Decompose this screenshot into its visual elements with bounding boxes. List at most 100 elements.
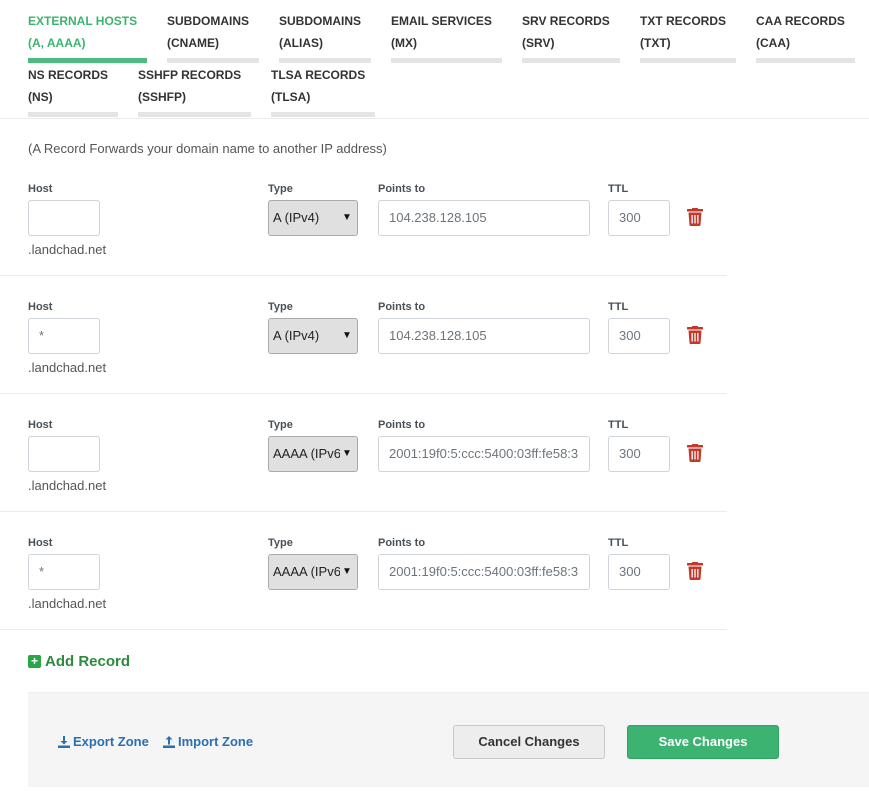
type-select[interactable]: A (IPv4) ▼ xyxy=(268,200,358,236)
tab-title: EMAIL SERVICES xyxy=(391,14,492,28)
tab-subtitle: (NS) xyxy=(28,90,53,104)
footer-actions: Export Zone Import Zone Cancel Changes S… xyxy=(28,692,869,787)
tab-title: TXT RECORDS xyxy=(640,14,727,28)
save-changes-button[interactable]: Save Changes xyxy=(627,725,779,759)
ttl-label: TTL xyxy=(608,183,629,195)
tab-ns-records[interactable]: NS RECORDS (NS) xyxy=(28,64,118,118)
export-zone-link[interactable]: Export Zone xyxy=(58,734,149,749)
export-zone-label: Export Zone xyxy=(73,734,149,749)
points-to-input[interactable]: 2001:19f0:5:ccc:5400:03ff:fe58:3 xyxy=(378,436,590,472)
chevron-down-icon: ▼ xyxy=(340,201,354,235)
tab-indicator xyxy=(28,58,147,63)
ttl-input[interactable]: 300 xyxy=(608,436,670,472)
tab-title: NS RECORDS xyxy=(28,68,109,82)
tab-title: SUBDOMAINS xyxy=(167,14,250,28)
host-label: Host xyxy=(28,301,53,313)
domain-suffix: .landchad.net xyxy=(28,360,107,375)
tab-subdomains-alias[interactable]: SUBDOMAINS (ALIAS) xyxy=(279,10,371,64)
host-input[interactable]: * xyxy=(28,318,100,354)
record-description: (A Record Forwards your domain name to a… xyxy=(28,141,387,156)
type-label: Type xyxy=(268,537,293,549)
tab-subtitle: (CAA) xyxy=(756,36,790,50)
tab-title: CAA RECORDS xyxy=(756,14,845,28)
tab-subtitle: (TXT) xyxy=(640,36,671,50)
tab-subtitle: (TLSA) xyxy=(271,90,311,104)
tab-indicator xyxy=(167,58,259,63)
plus-square-icon: + xyxy=(28,655,41,668)
tab-external-hosts[interactable]: EXTERNAL HOSTS (A, AAAA) xyxy=(28,10,147,64)
type-label: Type xyxy=(268,419,293,431)
tab-subdomains-cname[interactable]: SUBDOMAINS (CNAME) xyxy=(167,10,259,64)
ttl-label: TTL xyxy=(608,419,629,431)
domain-suffix: .landchad.net xyxy=(28,242,107,257)
type-select[interactable]: AAAA (IPv6 ▼ xyxy=(268,554,358,590)
tab-txt-records[interactable]: TXT RECORDS (TXT) xyxy=(640,10,736,64)
tab-indicator xyxy=(522,58,620,63)
ttl-label: TTL xyxy=(608,301,629,313)
points-to-input[interactable]: 2001:19f0:5:ccc:5400:03ff:fe58:3 xyxy=(378,554,590,590)
points-to-label: Points to xyxy=(378,183,426,195)
add-record-label: Add Record xyxy=(45,653,131,670)
tab-email-services[interactable]: EMAIL SERVICES (MX) xyxy=(391,10,502,64)
import-zone-link[interactable]: Import Zone xyxy=(163,734,253,749)
host-label: Host xyxy=(28,419,53,431)
tab-title: EXTERNAL HOSTS xyxy=(28,14,138,28)
type-label: Type xyxy=(268,301,293,313)
tab-indicator xyxy=(138,112,251,117)
points-to-label: Points to xyxy=(378,419,426,431)
tab-title: TLSA RECORDS xyxy=(271,68,366,82)
tab-subtitle: (SSHFP) xyxy=(138,90,186,104)
record-type-tabs: EXTERNAL HOSTS (A, AAAA) SUBDOMAINS (CNA… xyxy=(0,0,869,119)
type-select-value: A (IPv4) xyxy=(273,328,320,343)
tab-indicator xyxy=(391,58,502,63)
points-to-input[interactable]: 104.238.128.105 xyxy=(378,318,590,354)
chevron-down-icon: ▼ xyxy=(340,437,354,471)
host-input[interactable]: * xyxy=(28,554,100,590)
download-icon xyxy=(58,735,70,748)
tab-subtitle: (CNAME) xyxy=(167,36,219,50)
type-select-value: AAAA (IPv6 xyxy=(273,446,341,461)
trash-icon[interactable] xyxy=(687,208,703,226)
cancel-changes-button[interactable]: Cancel Changes xyxy=(453,725,605,759)
type-select[interactable]: A (IPv4) ▼ xyxy=(268,318,358,354)
tab-title: SRV RECORDS xyxy=(522,14,610,28)
tab-title: SUBDOMAINS xyxy=(279,14,362,28)
tab-title: SSHFP RECORDS xyxy=(138,68,242,82)
import-zone-label: Import Zone xyxy=(178,734,254,749)
trash-icon[interactable] xyxy=(687,444,703,462)
trash-icon[interactable] xyxy=(687,562,703,580)
ttl-input[interactable]: 300 xyxy=(608,554,670,590)
tab-indicator xyxy=(756,58,855,63)
tab-subtitle: (MX) xyxy=(391,36,417,50)
upload-icon xyxy=(163,735,175,748)
tab-sshfp-records[interactable]: SSHFP RECORDS (SSHFP) xyxy=(138,64,251,118)
chevron-down-icon: ▼ xyxy=(340,555,354,589)
tab-indicator xyxy=(279,58,371,63)
host-label: Host xyxy=(28,183,53,195)
tab-subtitle: (ALIAS) xyxy=(279,36,323,50)
ttl-label: TTL xyxy=(608,537,629,549)
tab-subtitle: (A, AAAA) xyxy=(28,36,86,50)
domain-suffix: .landchad.net xyxy=(28,596,107,611)
chevron-down-icon: ▼ xyxy=(340,319,354,353)
host-input[interactable] xyxy=(28,436,100,472)
tab-tlsa-records[interactable]: TLSA RECORDS (TLSA) xyxy=(271,64,375,118)
tab-subtitle: (SRV) xyxy=(522,36,555,50)
host-input[interactable] xyxy=(28,200,100,236)
type-select-value: AAAA (IPv6 xyxy=(273,564,341,579)
ttl-input[interactable]: 300 xyxy=(608,200,670,236)
tab-indicator xyxy=(640,58,736,63)
tab-indicator xyxy=(271,112,375,117)
add-record-button[interactable]: + Add Record xyxy=(28,653,130,670)
points-to-label: Points to xyxy=(378,537,426,549)
ttl-input[interactable]: 300 xyxy=(608,318,670,354)
type-select[interactable]: AAAA (IPv6 ▼ xyxy=(268,436,358,472)
type-label: Type xyxy=(268,183,293,195)
trash-icon[interactable] xyxy=(687,326,703,344)
host-label: Host xyxy=(28,537,53,549)
tab-srv-records[interactable]: SRV RECORDS (SRV) xyxy=(522,10,620,64)
tab-caa-records[interactable]: CAA RECORDS (CAA) xyxy=(756,10,855,64)
type-select-value: A (IPv4) xyxy=(273,210,320,225)
points-to-input[interactable]: 104.238.128.105 xyxy=(378,200,590,236)
domain-suffix: .landchad.net xyxy=(28,478,107,493)
